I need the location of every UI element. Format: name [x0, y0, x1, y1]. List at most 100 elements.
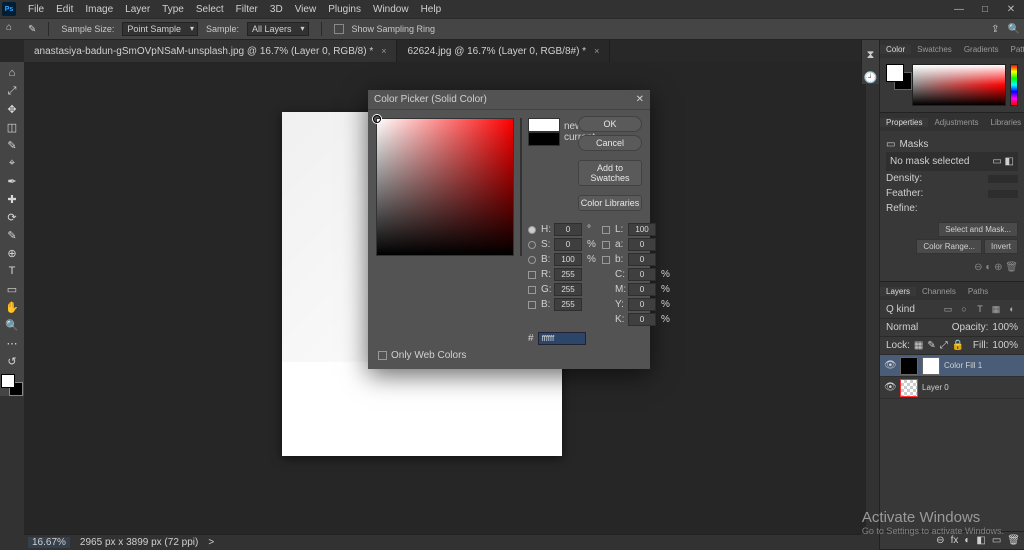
menu-help[interactable]: Help	[415, 4, 448, 15]
opacity-value[interactable]: 100%	[992, 322, 1018, 333]
chk-r[interactable]	[528, 271, 536, 279]
input-hex[interactable]	[538, 332, 586, 345]
tool-swap[interactable]: ↺	[2, 352, 22, 370]
input-lab-b[interactable]	[628, 253, 656, 266]
lock-icon-1[interactable]: ▦	[914, 340, 923, 351]
layers-delete-icon[interactable]: 🗑	[1007, 535, 1020, 546]
input-m[interactable]	[628, 283, 656, 296]
color-field[interactable]	[912, 64, 1006, 106]
foreground-background-swatch[interactable]	[1, 374, 23, 396]
hue-strip[interactable]	[1010, 64, 1018, 106]
tool-gradient[interactable]: ⊕	[2, 244, 22, 262]
tool-brush[interactable]: ✒	[2, 172, 22, 190]
foreground-color-swatch[interactable]	[1, 374, 15, 388]
filter-icon-5[interactable]: ◐	[1006, 303, 1018, 315]
layers-mask-icon[interactable]: ◐	[964, 535, 970, 546]
dialog-close-icon[interactable]: ✕	[636, 94, 644, 105]
color-picker-field[interactable]	[376, 118, 514, 256]
tool-zoom[interactable]: 🔍	[2, 316, 22, 334]
menu-select[interactable]: Select	[190, 4, 230, 15]
input-a[interactable]	[628, 238, 656, 251]
tool-crop[interactable]: ◫	[2, 118, 22, 136]
color-libraries-button[interactable]: Color Libraries	[578, 195, 642, 211]
chk-a[interactable]	[602, 241, 610, 249]
feather-slider[interactable]	[988, 190, 1018, 198]
dock-icon-2[interactable]: 🕘	[864, 70, 878, 84]
input-r[interactable]	[554, 268, 582, 281]
input-c[interactable]	[628, 268, 656, 281]
close-window-button[interactable]: ✕	[998, 0, 1024, 18]
menu-3d[interactable]: 3D	[264, 4, 289, 15]
tool-hand[interactable]: ✋	[2, 298, 22, 316]
density-slider[interactable]	[988, 175, 1018, 183]
tab-adjustments[interactable]: Adjustments	[928, 118, 984, 127]
maximize-button[interactable]: □	[972, 0, 998, 18]
tool-eraser[interactable]: ✎	[2, 226, 22, 244]
tab-channels[interactable]: Channels	[916, 287, 962, 296]
tool-frame[interactable]: ✎	[2, 136, 22, 154]
close-tab-1-icon[interactable]: ×	[381, 46, 386, 56]
tool-pen[interactable]: ▭	[2, 280, 22, 298]
color-picker-cursor[interactable]	[373, 115, 381, 123]
tab-libraries[interactable]: Libraries	[985, 118, 1024, 127]
tool-healing[interactable]: ✚	[2, 190, 22, 208]
sample-size-dropdown[interactable]: Point Sample	[122, 22, 198, 36]
layer-row-colorfill[interactable]: 👁 Color Fill 1	[880, 355, 1024, 377]
layer-name-2[interactable]: Layer 0	[922, 383, 949, 392]
tool-lasso[interactable]: ✥	[2, 100, 22, 118]
show-ring-checkbox[interactable]	[334, 24, 344, 34]
menu-image[interactable]: Image	[79, 4, 119, 15]
only-web-colors-checkbox[interactable]	[378, 351, 387, 360]
input-s[interactable]	[554, 238, 582, 251]
tab-gradients[interactable]: Gradients	[958, 45, 1005, 54]
chk-l[interactable]	[602, 226, 610, 234]
radio-s[interactable]	[528, 241, 536, 249]
document-tab-2[interactable]: 62624.jpg @ 16.7% (Layer 0, RGB/8#) * ×	[397, 40, 610, 62]
input-k[interactable]	[628, 313, 656, 326]
tool-edit-toolbar[interactable]: ⋯	[2, 334, 22, 352]
menu-layer[interactable]: Layer	[119, 4, 156, 15]
filter-icon-4[interactable]: ▦	[990, 303, 1002, 315]
input-g[interactable]	[554, 283, 582, 296]
color-range-button[interactable]: Color Range...	[916, 239, 982, 254]
layer-name-1[interactable]: Color Fill 1	[944, 361, 982, 370]
chk-b[interactable]	[602, 256, 610, 264]
dock-icon-1[interactable]: ⧗	[864, 48, 878, 62]
filter-icon-1[interactable]: ▭	[942, 303, 954, 315]
visibility-toggle-icon[interactable]: 👁	[884, 360, 896, 371]
add-swatches-button[interactable]: Add to Swatches	[578, 160, 642, 186]
invert-button[interactable]: Invert	[984, 239, 1018, 254]
layers-fx-icon[interactable]: fx	[951, 535, 959, 546]
search-help-icon[interactable]: 🔍	[1008, 24, 1020, 35]
menu-type[interactable]: Type	[156, 4, 190, 15]
layers-adjust-icon[interactable]: ◧	[976, 535, 985, 546]
input-bv[interactable]	[554, 253, 582, 266]
share-icon[interactable]: ⇪	[991, 24, 999, 35]
input-l[interactable]	[628, 223, 656, 236]
color-picker-hue-slider[interactable]	[520, 118, 522, 256]
ok-button[interactable]: OK	[578, 116, 642, 132]
menu-plugins[interactable]: Plugins	[322, 4, 367, 15]
tab-paths[interactable]: Paths	[962, 287, 994, 296]
menu-window[interactable]: Window	[367, 4, 415, 15]
visibility-toggle-icon[interactable]: 👁	[884, 382, 896, 393]
radio-b[interactable]	[528, 256, 536, 264]
panel-fg-swatch[interactable]	[886, 64, 904, 82]
tab-properties[interactable]: Properties	[880, 118, 928, 127]
tab-swatches[interactable]: Swatches	[911, 45, 958, 54]
filter-icon-3[interactable]: T	[974, 303, 986, 315]
radio-h[interactable]	[528, 226, 536, 234]
document-tab-1[interactable]: anastasiya-badun-gSmOVpNSaM-unsplash.jpg…	[24, 40, 397, 62]
input-h[interactable]	[554, 223, 582, 236]
cancel-button[interactable]: Cancel	[578, 135, 642, 151]
blend-mode-dropdown[interactable]: Normal	[886, 322, 918, 333]
menu-edit[interactable]: Edit	[50, 4, 79, 15]
chk-g[interactable]	[528, 286, 536, 294]
layer-filter-kind-label[interactable]: Q kind	[886, 304, 915, 315]
menu-filter[interactable]: Filter	[230, 4, 264, 15]
select-and-mask-button[interactable]: Select and Mask...	[938, 222, 1018, 237]
tool-eyedropper[interactable]: ⌖	[2, 154, 22, 172]
input-y[interactable]	[628, 298, 656, 311]
layers-new-icon[interactable]: ▭	[992, 535, 1001, 546]
lock-icon-3[interactable]: ⤢	[940, 340, 948, 351]
